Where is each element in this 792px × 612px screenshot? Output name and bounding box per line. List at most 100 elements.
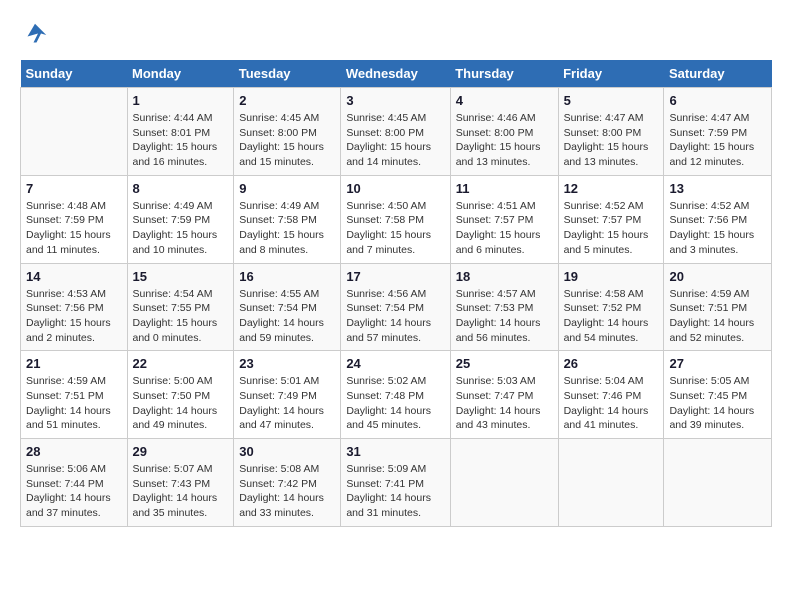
weekday-header-thursday: Thursday	[450, 60, 558, 88]
day-number: 30	[239, 444, 335, 459]
day-info: Sunrise: 4:53 AM Sunset: 7:56 PM Dayligh…	[26, 287, 122, 346]
day-info: Sunrise: 4:49 AM Sunset: 7:59 PM Dayligh…	[133, 199, 229, 258]
day-number: 22	[133, 356, 229, 371]
day-info: Sunrise: 4:59 AM Sunset: 7:51 PM Dayligh…	[669, 287, 766, 346]
day-info: Sunrise: 4:58 AM Sunset: 7:52 PM Dayligh…	[564, 287, 659, 346]
calendar-week-row: 7 Sunrise: 4:48 AM Sunset: 7:59 PM Daylig…	[21, 175, 772, 263]
calendar-cell: 7 Sunrise: 4:48 AM Sunset: 7:59 PM Daylig…	[21, 175, 128, 263]
calendar-cell	[664, 439, 772, 527]
calendar-cell: 29Sunrise: 5:07 AM Sunset: 7:43 PM Dayli…	[127, 439, 234, 527]
day-info: Sunrise: 5:04 AM Sunset: 7:46 PM Dayligh…	[564, 374, 659, 433]
day-number: 15	[133, 269, 229, 284]
weekday-header-sunday: Sunday	[21, 60, 128, 88]
calendar-week-row: 21 Sunrise: 4:59 AM Sunset: 7:51 PM Dayli…	[21, 351, 772, 439]
calendar-week-row: 28 Sunrise: 5:06 AM Sunset: 7:44 PM Dayli…	[21, 439, 772, 527]
day-number: 1	[133, 93, 229, 108]
day-info: Sunrise: 5:03 AM Sunset: 7:47 PM Dayligh…	[456, 374, 553, 433]
day-info: Sunrise: 5:02 AM Sunset: 7:48 PM Dayligh…	[346, 374, 444, 433]
day-info: Sunrise: 4:54 AM Sunset: 7:55 PM Dayligh…	[133, 287, 229, 346]
day-info: Sunrise: 4:57 AM Sunset: 7:53 PM Dayligh…	[456, 287, 553, 346]
calendar-cell: 13 Sunrise: 4:52 AM Sunset: 7:56 PM Dayli…	[664, 175, 772, 263]
calendar-cell: 1 Sunrise: 4:44 AM Sunset: 8:01 PM Daylig…	[127, 88, 234, 176]
calendar-cell: 24 Sunrise: 5:02 AM Sunset: 7:48 PM Dayli…	[341, 351, 450, 439]
day-info: Sunrise: 5:08 AM Sunset: 7:42 PM Dayligh…	[239, 462, 335, 521]
calendar-header-row: SundayMondayTuesdayWednesdayThursdayFrid…	[21, 60, 772, 88]
calendar-cell: 18 Sunrise: 4:57 AM Sunset: 7:53 PM Dayli…	[450, 263, 558, 351]
day-info: Sunrise: 4:52 AM Sunset: 7:57 PM Dayligh…	[564, 199, 659, 258]
calendar-cell: 9 Sunrise: 4:49 AM Sunset: 7:58 PM Daylig…	[234, 175, 341, 263]
day-number: 19	[564, 269, 659, 284]
day-number: 25	[456, 356, 553, 371]
day-info: Sunrise: 4:48 AM Sunset: 7:59 PM Dayligh…	[26, 199, 122, 258]
day-number: 12	[564, 181, 659, 196]
day-number: 17	[346, 269, 444, 284]
day-info: Sunrise: 5:01 AM Sunset: 7:49 PM Dayligh…	[239, 374, 335, 433]
calendar-cell: 22Sunrise: 5:00 AM Sunset: 7:50 PM Dayli…	[127, 351, 234, 439]
day-info: Sunrise: 4:47 AM Sunset: 7:59 PM Dayligh…	[669, 111, 766, 170]
calendar-cell: 21 Sunrise: 4:59 AM Sunset: 7:51 PM Dayli…	[21, 351, 128, 439]
day-info: Sunrise: 4:50 AM Sunset: 7:58 PM Dayligh…	[346, 199, 444, 258]
calendar-cell: 2 Sunrise: 4:45 AM Sunset: 8:00 PM Daylig…	[234, 88, 341, 176]
day-info: Sunrise: 4:44 AM Sunset: 8:01 PM Dayligh…	[133, 111, 229, 170]
calendar-week-row: 1 Sunrise: 4:44 AM Sunset: 8:01 PM Daylig…	[21, 88, 772, 176]
day-info: Sunrise: 4:59 AM Sunset: 7:51 PM Dayligh…	[26, 374, 122, 433]
calendar-cell: 14 Sunrise: 4:53 AM Sunset: 7:56 PM Dayli…	[21, 263, 128, 351]
day-info: Sunrise: 4:56 AM Sunset: 7:54 PM Dayligh…	[346, 287, 444, 346]
calendar-cell	[558, 439, 664, 527]
day-number: 18	[456, 269, 553, 284]
calendar-cell: 10 Sunrise: 4:50 AM Sunset: 7:58 PM Dayli…	[341, 175, 450, 263]
calendar-cell: 25 Sunrise: 5:03 AM Sunset: 7:47 PM Dayli…	[450, 351, 558, 439]
day-info: Sunrise: 5:09 AM Sunset: 7:41 PM Dayligh…	[346, 462, 444, 521]
day-number: 16	[239, 269, 335, 284]
day-info: Sunrise: 4:52 AM Sunset: 7:56 PM Dayligh…	[669, 199, 766, 258]
calendar-cell: 26 Sunrise: 5:04 AM Sunset: 7:46 PM Dayli…	[558, 351, 664, 439]
calendar-cell: 23 Sunrise: 5:01 AM Sunset: 7:49 PM Dayli…	[234, 351, 341, 439]
day-number: 28	[26, 444, 122, 459]
calendar-cell: 17 Sunrise: 4:56 AM Sunset: 7:54 PM Dayli…	[341, 263, 450, 351]
calendar-cell: 12 Sunrise: 4:52 AM Sunset: 7:57 PM Dayli…	[558, 175, 664, 263]
calendar-cell: 15 Sunrise: 4:54 AM Sunset: 7:55 PM Dayli…	[127, 263, 234, 351]
calendar-cell: 3Sunrise: 4:45 AM Sunset: 8:00 PM Daylig…	[341, 88, 450, 176]
day-info: Sunrise: 5:06 AM Sunset: 7:44 PM Dayligh…	[26, 462, 122, 521]
weekday-header-wednesday: Wednesday	[341, 60, 450, 88]
calendar-cell: 20 Sunrise: 4:59 AM Sunset: 7:51 PM Dayli…	[664, 263, 772, 351]
day-info: Sunrise: 4:49 AM Sunset: 7:58 PM Dayligh…	[239, 199, 335, 258]
calendar-cell: 30 Sunrise: 5:08 AM Sunset: 7:42 PM Dayli…	[234, 439, 341, 527]
day-number: 29	[133, 444, 229, 459]
page-header	[20, 20, 772, 50]
calendar-cell: 4Sunrise: 4:46 AM Sunset: 8:00 PM Daylig…	[450, 88, 558, 176]
day-number: 14	[26, 269, 122, 284]
calendar-cell	[450, 439, 558, 527]
day-info: Sunrise: 5:05 AM Sunset: 7:45 PM Dayligh…	[669, 374, 766, 433]
day-info: Sunrise: 4:51 AM Sunset: 7:57 PM Dayligh…	[456, 199, 553, 258]
weekday-header-monday: Monday	[127, 60, 234, 88]
day-number: 24	[346, 356, 444, 371]
calendar-table: SundayMondayTuesdayWednesdayThursdayFrid…	[20, 60, 772, 527]
day-info: Sunrise: 4:45 AM Sunset: 8:00 PM Dayligh…	[239, 111, 335, 170]
day-number: 26	[564, 356, 659, 371]
day-number: 31	[346, 444, 444, 459]
day-number: 3	[346, 93, 444, 108]
day-number: 8	[133, 181, 229, 196]
day-info: Sunrise: 4:55 AM Sunset: 7:54 PM Dayligh…	[239, 287, 335, 346]
calendar-cell: 31 Sunrise: 5:09 AM Sunset: 7:41 PM Dayli…	[341, 439, 450, 527]
day-number: 9	[239, 181, 335, 196]
day-number: 2	[239, 93, 335, 108]
calendar-cell: 19 Sunrise: 4:58 AM Sunset: 7:52 PM Dayli…	[558, 263, 664, 351]
day-number: 20	[669, 269, 766, 284]
calendar-cell: 6Sunrise: 4:47 AM Sunset: 7:59 PM Daylig…	[664, 88, 772, 176]
calendar-week-row: 14 Sunrise: 4:53 AM Sunset: 7:56 PM Dayli…	[21, 263, 772, 351]
day-info: Sunrise: 4:47 AM Sunset: 8:00 PM Dayligh…	[564, 111, 659, 170]
weekday-header-tuesday: Tuesday	[234, 60, 341, 88]
day-number: 23	[239, 356, 335, 371]
calendar-cell: 27Sunrise: 5:05 AM Sunset: 7:45 PM Dayli…	[664, 351, 772, 439]
day-number: 11	[456, 181, 553, 196]
weekday-header-friday: Friday	[558, 60, 664, 88]
day-number: 21	[26, 356, 122, 371]
day-number: 5	[564, 93, 659, 108]
day-number: 13	[669, 181, 766, 196]
calendar-cell: 11 Sunrise: 4:51 AM Sunset: 7:57 PM Dayli…	[450, 175, 558, 263]
day-number: 10	[346, 181, 444, 196]
day-number: 7	[26, 181, 122, 196]
calendar-cell: 28 Sunrise: 5:06 AM Sunset: 7:44 PM Dayli…	[21, 439, 128, 527]
